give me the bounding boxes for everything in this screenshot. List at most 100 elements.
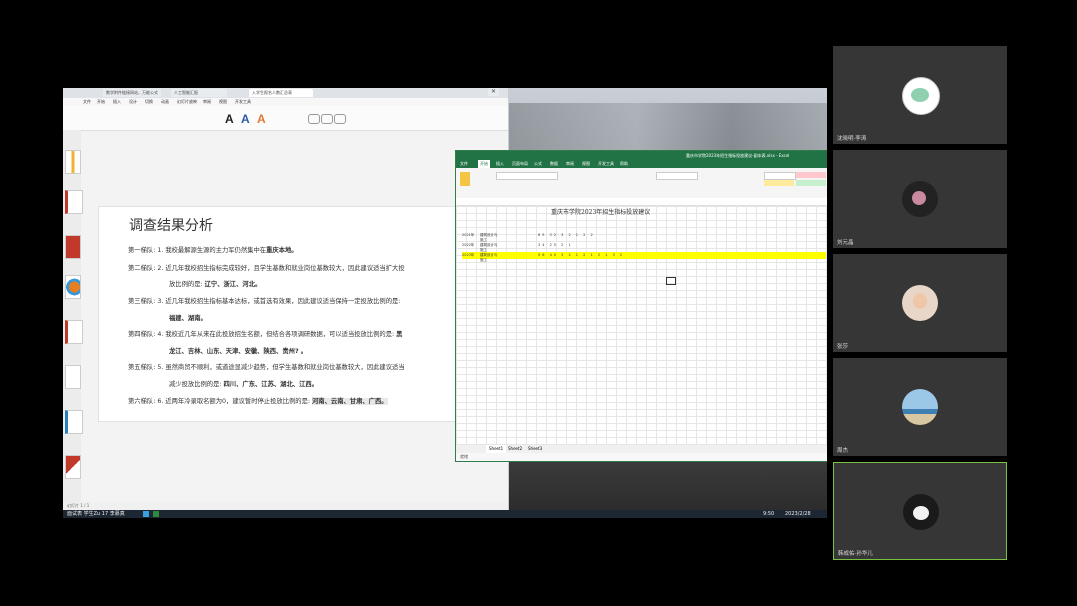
text-style-a-icon[interactable]: A <box>225 112 234 126</box>
excel-status-bar: 就绪 <box>456 453 827 461</box>
excel-status: 就绪 <box>460 454 468 459</box>
highlighted-row[interactable] <box>462 252 826 259</box>
participant-tile[interactable]: 刘元晶 <box>833 150 1007 248</box>
excel-menu-help[interactable]: 帮助 <box>620 160 628 168</box>
avatar <box>902 285 938 321</box>
sheet-tab-bar: Sheet1 Sheet2 Sheet3 <box>456 445 827 453</box>
slide-thumbnail[interactable] <box>65 455 81 479</box>
slide-line: 第四梯队: 4. 我校近几年从来在此投放招生名额，但结合各项调研数据，可以适当投… <box>128 331 403 338</box>
style-good[interactable] <box>796 180 826 186</box>
cell-year[interactable]: 2023年 <box>462 253 474 258</box>
ppt-menu-review[interactable]: 审阅 <box>203 98 211 106</box>
participant-tile[interactable]: 张莎 <box>833 254 1007 352</box>
ppt-menu-design[interactable]: 设计 <box>129 98 137 106</box>
number-format-select[interactable] <box>656 172 698 180</box>
cell-year[interactable]: 2021年 <box>462 233 474 238</box>
excel-menu-file[interactable]: 文件 <box>460 160 468 168</box>
close-icon[interactable]: ✕ <box>488 88 500 96</box>
ppt-ribbon: A A A <box>63 106 508 131</box>
slide-counter: 幻灯片 1 / 1 <box>67 503 90 508</box>
paste-icon[interactable] <box>460 172 470 186</box>
cell-values[interactable]: 34 25 2 1 <box>538 243 573 247</box>
excel-title: 重庆市学院2023年招生指标投放建议-副本表.xlsx - Excel <box>686 153 790 158</box>
style-neutral[interactable] <box>764 180 794 186</box>
ppt-menu-slideshow[interactable]: 幻灯片放映 <box>177 98 197 106</box>
sheet-tab-1[interactable]: Sheet1 <box>486 445 507 453</box>
excel-window: 重庆市学院2023年招生指标投放建议-副本表.xlsx - Excel 文件 开… <box>455 150 827 462</box>
ppt-menu-devtools[interactable]: 开发工具 <box>235 98 251 106</box>
excel-menu-insert[interactable]: 插入 <box>496 160 504 168</box>
avatar <box>902 181 938 217</box>
slide-thumbnail[interactable] <box>65 365 81 389</box>
ppt-menu-animation[interactable]: 动画 <box>161 98 169 106</box>
cell-name[interactable]: 建筑设计与施工 <box>480 253 498 263</box>
participant-name: 沈晓明·李涛 <box>837 136 867 142</box>
excel-ribbon <box>456 168 827 199</box>
slide-thumbnail[interactable] <box>65 150 81 174</box>
slide-thumbnail[interactable] <box>65 235 81 259</box>
excel-menu-data[interactable]: 数据 <box>550 160 558 168</box>
participant-name: 周杰 <box>837 448 849 454</box>
sheet-tab-2[interactable]: Sheet2 <box>508 445 522 453</box>
participant-name: 刘元晶 <box>837 240 854 246</box>
shared-screen: 数学附件链接网站，万能公式 人工智能汇报 入学生报名人数汇总表 ✕ 文件 开始 … <box>63 88 827 518</box>
style-normal[interactable] <box>764 172 796 180</box>
shape-button-3[interactable] <box>334 114 346 124</box>
app-icon[interactable] <box>143 511 149 517</box>
shape-button-2[interactable] <box>321 114 333 124</box>
powerpoint-window: 数学附件链接网站，万能公式 人工智能汇报 入学生报名人数汇总表 ✕ 文件 开始 … <box>63 88 509 510</box>
ppt-menu-transition[interactable]: 切换 <box>145 98 153 106</box>
text-style-a-orange-icon[interactable]: A <box>257 112 266 126</box>
slide-thumbnail[interactable] <box>65 320 83 344</box>
participant-tile[interactable]: 周杰 <box>833 358 1007 456</box>
slide-thumbnail[interactable] <box>65 275 81 299</box>
avatar <box>902 389 938 425</box>
excel-menu-formula[interactable]: 公式 <box>534 160 542 168</box>
ppt-tab-1[interactable]: 人工智能汇报 <box>171 89 227 97</box>
ppt-menu-home[interactable]: 开始 <box>97 98 105 106</box>
excel-menu-bar: 文件 开始 插入 页面布局 公式 数据 审阅 视图 开发工具 帮助 <box>456 160 827 168</box>
spreadsheet-grid[interactable]: 重庆市学院2023年招生指标投放建议 2021年 建筑设计与施工 65 32 3… <box>456 205 827 445</box>
excel-menu-devtools[interactable]: 开发工具 <box>598 160 614 168</box>
slide-thumbnail[interactable] <box>65 190 83 214</box>
ppt-menu-insert[interactable]: 插入 <box>113 98 121 106</box>
excel-menu-home[interactable]: 开始 <box>478 160 490 168</box>
excel-menu-review[interactable]: 审阅 <box>566 160 574 168</box>
participant-tile-active[interactable]: 韩成佑·孙华儿 <box>833 462 1007 560</box>
app-icon[interactable] <box>153 511 159 517</box>
participant-tile[interactable]: 沈晓明·李涛 <box>833 46 1007 144</box>
excel-menu-view[interactable]: 视图 <box>582 160 590 168</box>
ppt-menu-bar: 文件 开始 插入 设计 切换 动画 幻灯片放映 审阅 视图 开发工具 <box>63 98 508 106</box>
sheet-tab-3[interactable]: Sheet3 <box>528 445 542 453</box>
slide-line: 龙江、吉林、山东、天津、安徽、陕西、贵州? 。 <box>169 348 308 355</box>
excel-title-bar: 重庆市学院2023年招生指标投放建议-副本表.xlsx - Excel <box>456 151 827 160</box>
font-select[interactable] <box>496 172 558 180</box>
cell-values[interactable]: 56 40 3 2 1 2 1 2 1 3 2 <box>538 253 624 257</box>
avatar <box>902 77 940 115</box>
current-slide: 调查结果分析 第一梯队: 1. 我校最解源生源的主力军仍然集中在重庆本地。 第二… <box>98 206 462 422</box>
text-style-a-blue-icon[interactable]: A <box>241 112 250 126</box>
participant-name: 韩成佑·孙华儿 <box>838 551 873 557</box>
ppt-menu-view[interactable]: 视图 <box>219 98 227 106</box>
participant-name: 张莎 <box>837 344 849 350</box>
style-bad[interactable] <box>796 172 826 178</box>
cell-name[interactable]: 建筑设计与施工 <box>480 233 498 243</box>
slide-title: 调查结果分析 <box>129 218 213 234</box>
taskbar-title: 面试表 学生Zu 17 李慕真 <box>67 511 125 517</box>
ppt-tab-2[interactable]: 入学生报名人数汇总表 <box>249 89 313 97</box>
selected-cell[interactable] <box>666 277 676 285</box>
slide-line: 放比例的是: 辽宁、浙江、河北。 <box>169 281 262 288</box>
ppt-menu-file[interactable]: 文件 <box>83 98 91 106</box>
slide-line: 第六梯队: 6. 近两年冷录取名额为0，建议暂时停止投放比例的是: 河南、云南、… <box>128 398 388 405</box>
cell-values[interactable]: 65 32 3 2 1 2 2 <box>538 233 595 237</box>
slide-thumbnail[interactable] <box>65 410 83 434</box>
shape-button[interactable] <box>308 114 320 124</box>
slide-line: 减少投放比例的是: 四川、广东、江苏、湖北、江西。 <box>169 381 318 388</box>
ppt-status-bar: 幻灯片 1 / 1 <box>63 502 508 510</box>
cell-year[interactable]: 2022年 <box>462 243 474 248</box>
slide-line: 第三梯队: 3. 近几年我校招生指标基本达标，或首选有效果，因此建议适当保持一定… <box>128 298 401 305</box>
excel-menu-layout[interactable]: 页面布局 <box>512 160 528 168</box>
ppt-tab-bar: 数学附件链接网站，万能公式 人工智能汇报 入学生报名人数汇总表 ✕ <box>63 88 508 98</box>
ppt-tab-0[interactable]: 数学附件链接网站，万能公式 <box>103 89 161 97</box>
slide-line: 福建、湖南。 <box>169 315 207 322</box>
